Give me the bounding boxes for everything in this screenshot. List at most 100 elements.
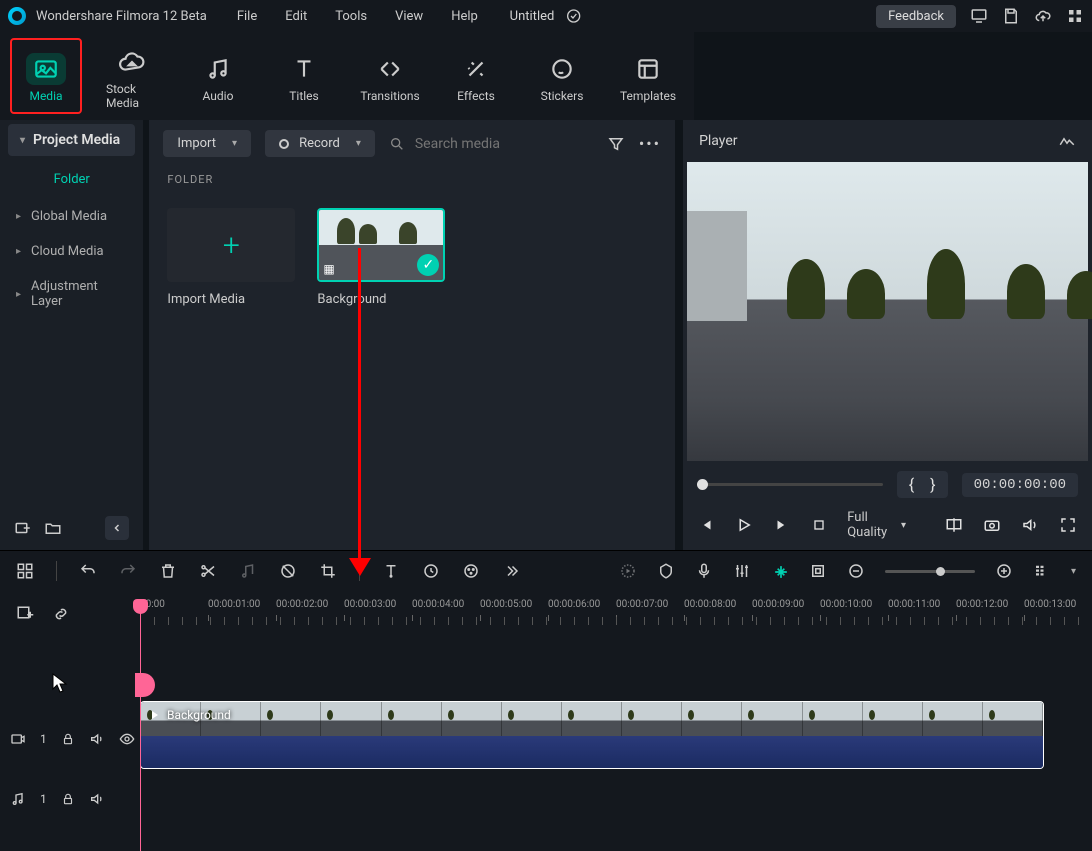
timeline-clip[interactable]: Background	[140, 701, 1044, 769]
volume-icon[interactable]	[1020, 515, 1040, 535]
sidebar-cloud-media[interactable]: Cloud Media	[0, 234, 143, 269]
playhead-grip-icon[interactable]	[135, 673, 155, 697]
voiceover-icon[interactable]	[695, 562, 713, 580]
lock-icon[interactable]	[61, 732, 75, 746]
visibility-icon[interactable]	[119, 731, 135, 747]
record-dropdown[interactable]: Record▾	[265, 130, 375, 157]
audio-track-icon	[10, 791, 26, 807]
text-tool-icon[interactable]	[382, 562, 400, 580]
search-icon	[389, 136, 405, 152]
marker-icon[interactable]	[657, 562, 675, 580]
player-panel: Player { } 00:00:00:00	[683, 120, 1092, 550]
menu-edit[interactable]: Edit	[285, 9, 307, 24]
mouse-cursor-icon	[52, 673, 68, 693]
add-folder-icon[interactable]	[14, 519, 32, 537]
mark-out-button[interactable]: }	[930, 475, 935, 494]
tab-effects[interactable]: Effects	[440, 38, 512, 114]
track-options-chevron[interactable]: ▾	[1071, 566, 1076, 577]
link-icon[interactable]	[52, 605, 70, 623]
color-icon[interactable]	[462, 562, 480, 580]
tab-stickers[interactable]: Stickers	[526, 38, 598, 114]
crop-icon[interactable]	[319, 562, 337, 580]
player-title: Player	[699, 133, 737, 149]
quality-dropdown[interactable]: Full Quality▾	[847, 510, 906, 540]
video-track-controls: 1	[10, 731, 135, 747]
background-media-card[interactable]: ▦ ✓ Background	[317, 208, 447, 307]
sidebar: Project Media Folder Global Media Cloud …	[0, 120, 143, 550]
playhead[interactable]	[140, 599, 141, 851]
grid-apps-icon[interactable]	[1066, 7, 1084, 25]
sidebar-project-media[interactable]: Project Media	[8, 124, 135, 156]
mixer-icon[interactable]	[733, 562, 751, 580]
tab-titles[interactable]: Titles	[268, 38, 340, 114]
expand-tools-icon[interactable]	[502, 562, 520, 580]
prev-frame-button[interactable]	[697, 515, 715, 535]
main-tabs: Media Stock Media Audio Titles Transitio…	[0, 32, 694, 120]
add-track-icon[interactable]	[16, 605, 34, 623]
delete-button[interactable]	[159, 562, 177, 580]
tab-audio[interactable]: Audio	[182, 38, 254, 114]
app-title: Wondershare Filmora 12 Beta	[36, 9, 207, 24]
video-track-icon	[10, 731, 26, 747]
plus-icon: +	[223, 228, 240, 263]
next-button[interactable]	[773, 515, 791, 535]
title-bar: Wondershare Filmora 12 Beta File Edit To…	[0, 0, 1092, 32]
stop-button[interactable]	[811, 515, 827, 535]
player-viewport[interactable]	[687, 162, 1088, 461]
redo-button[interactable]	[119, 562, 137, 580]
import-media-card[interactable]: + Import Media	[167, 208, 297, 307]
cloud-upload-icon[interactable]	[1034, 7, 1052, 25]
speed-icon[interactable]	[422, 562, 440, 580]
render-icon[interactable]	[619, 562, 637, 580]
media-panel: Import▾ Record▾ ••• FOLDER + Import Medi…	[149, 120, 675, 550]
sidebar-adjustment-layer[interactable]: Adjustment Layer	[0, 269, 143, 319]
layout-icon[interactable]	[16, 562, 34, 580]
mark-in-button[interactable]: {	[909, 475, 914, 494]
player-scrubber[interactable]	[697, 483, 883, 486]
sidebar-folder[interactable]: Folder	[0, 166, 143, 199]
play-button[interactable]	[735, 515, 753, 535]
tab-stock-media[interactable]: Stock Media	[96, 38, 168, 114]
tab-media[interactable]: Media	[10, 38, 82, 114]
fullscreen-icon[interactable]	[1058, 515, 1078, 535]
zoom-in-button[interactable]	[995, 562, 1013, 580]
timeline: 00:00 00:00:01:00 00:00:02:00 00:00:03:0…	[0, 591, 1092, 851]
sidebar-global-media[interactable]: Global Media	[0, 199, 143, 234]
undo-button[interactable]	[79, 562, 97, 580]
filter-icon[interactable]	[607, 135, 625, 153]
monitor-icon[interactable]	[970, 7, 988, 25]
player-timecode: 00:00:00:00	[962, 473, 1078, 497]
mute-icon[interactable]	[89, 791, 105, 807]
lock-icon[interactable]	[61, 792, 75, 806]
feedback-button[interactable]: Feedback	[876, 5, 956, 28]
save-icon[interactable]	[1002, 7, 1020, 25]
menu-view[interactable]: View	[395, 9, 423, 24]
app-logo-icon	[8, 7, 26, 25]
mask-icon[interactable]	[279, 562, 297, 580]
folder-icon[interactable]	[44, 519, 62, 537]
menu-tools[interactable]: Tools	[335, 9, 367, 24]
menu-help[interactable]: Help	[451, 9, 478, 24]
zoom-out-button[interactable]	[847, 562, 865, 580]
document-title: Untitled	[510, 9, 555, 24]
collapse-sidebar-button[interactable]	[105, 516, 129, 540]
menu-file[interactable]: File	[237, 9, 257, 24]
timeline-toolbar: ▾	[0, 550, 1092, 591]
more-icon[interactable]: •••	[639, 134, 661, 153]
compare-icon[interactable]	[944, 515, 964, 535]
scopes-icon[interactable]	[1058, 132, 1076, 150]
auto-ripple-icon[interactable]	[771, 562, 789, 580]
snapshot-icon[interactable]	[982, 515, 1002, 535]
track-height-icon[interactable]	[1033, 562, 1051, 580]
snap-icon[interactable]	[809, 562, 827, 580]
search-input[interactable]	[415, 136, 593, 152]
audio-detach-icon[interactable]	[239, 562, 257, 580]
tab-templates[interactable]: Templates	[612, 38, 684, 114]
import-dropdown[interactable]: Import▾	[163, 130, 251, 157]
split-button[interactable]	[199, 562, 217, 580]
tab-transitions[interactable]: Transitions	[354, 38, 426, 114]
video-badge-icon: ▦	[323, 262, 334, 276]
document-status-icon	[564, 7, 582, 25]
zoom-slider[interactable]	[885, 570, 975, 573]
mute-icon[interactable]	[89, 731, 105, 747]
